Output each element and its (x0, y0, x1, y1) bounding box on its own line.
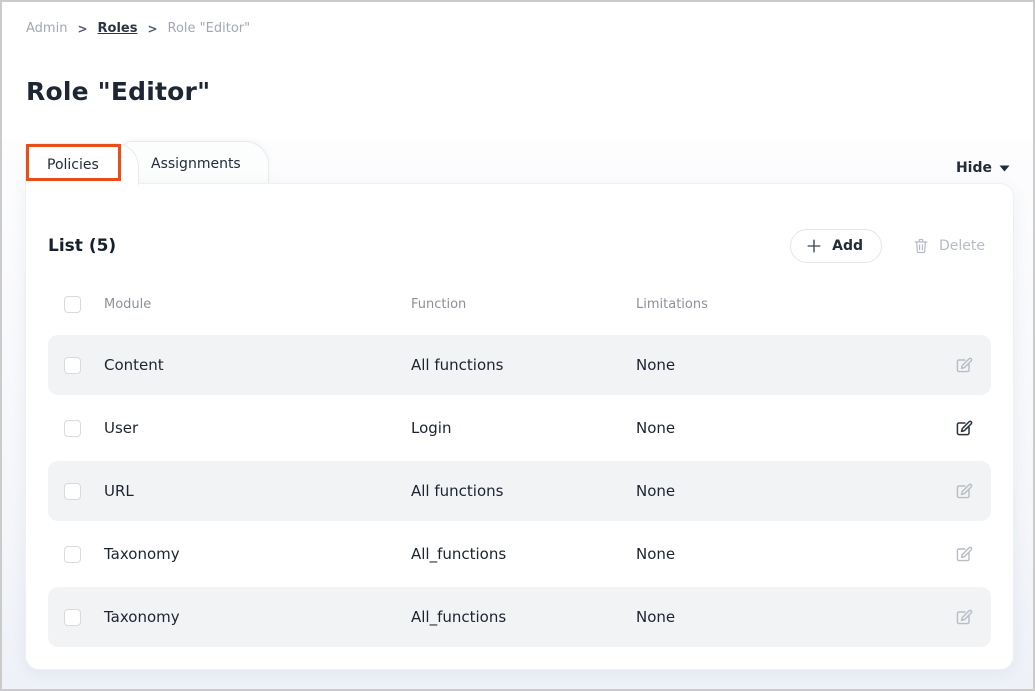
tab-assignments[interactable]: Assignments (123, 141, 269, 185)
cell-module: URL (104, 482, 411, 500)
cell-limitations: None (636, 608, 951, 626)
table-header-row: Module Function Limitations (48, 286, 991, 322)
select-all-checkbox[interactable] (64, 296, 81, 313)
list-actions: Add Delete (790, 229, 991, 263)
row-checkbox[interactable] (64, 420, 81, 437)
edit-icon (954, 419, 973, 438)
column-header-limitations: Limitations (636, 297, 951, 312)
list-header: List (5) Add Delete (48, 228, 991, 264)
plus-icon (805, 237, 823, 255)
cell-module: Taxonomy (104, 545, 411, 563)
table-row: URL All functions None (48, 461, 991, 521)
screen: Admin > Roles > Role "Editor" Role "Edit… (0, 0, 1035, 691)
cell-module: User (104, 419, 411, 437)
add-button[interactable]: Add (790, 229, 882, 263)
row-checkbox[interactable] (64, 546, 81, 563)
page-title: Role "Editor" (26, 77, 210, 106)
cell-function: All_functions (411, 608, 636, 626)
hide-toggle[interactable]: Hide (956, 160, 1010, 176)
tab-policies[interactable]: Policies (25, 143, 139, 185)
list-title: List (5) (48, 236, 116, 256)
edit-icon (954, 608, 973, 627)
row-checkbox[interactable] (64, 609, 81, 626)
cell-function: All functions (411, 356, 636, 374)
delete-button[interactable]: Delete (906, 237, 991, 255)
edit-icon (954, 356, 973, 375)
table-body: Content All functions None User Login No (48, 335, 991, 647)
edit-icon (954, 482, 973, 501)
cell-limitations: None (636, 356, 951, 374)
breadcrumb-link-roles[interactable]: Roles (98, 21, 138, 36)
delete-button-label: Delete (939, 238, 985, 254)
table-row: Content All functions None (48, 335, 991, 395)
cell-function: Login (411, 419, 636, 437)
breadcrumb: Admin > Roles > Role "Editor" (26, 21, 250, 36)
edit-icon (954, 545, 973, 564)
caret-down-icon (999, 165, 1010, 172)
tab-assignments-label: Assignments (151, 156, 241, 172)
cell-function: All_functions (411, 545, 636, 563)
edit-row-button[interactable] (954, 356, 973, 375)
table-row: Taxonomy All_functions None (48, 587, 991, 647)
cell-function: All functions (411, 482, 636, 500)
cell-module: Taxonomy (104, 608, 411, 626)
table-row: User Login None (48, 398, 991, 458)
edit-row-button[interactable] (954, 608, 973, 627)
edit-row-button[interactable] (954, 482, 973, 501)
breadcrumb-item-admin[interactable]: Admin (26, 21, 67, 36)
cell-limitations: None (636, 482, 951, 500)
add-button-label: Add (832, 238, 863, 254)
breadcrumb-current: Role "Editor" (168, 21, 251, 36)
cell-limitations: None (636, 419, 951, 437)
edit-row-button[interactable] (954, 419, 973, 438)
table-row: Taxonomy All_functions None (48, 524, 991, 584)
edit-row-button[interactable] (954, 545, 973, 564)
breadcrumb-separator: > (77, 22, 87, 36)
column-header-module: Module (104, 297, 411, 312)
policies-panel: List (5) Add Delete M (25, 183, 1014, 670)
trash-icon (912, 237, 930, 255)
cell-limitations: None (636, 545, 951, 563)
breadcrumb-separator: > (147, 22, 157, 36)
column-header-function: Function (411, 297, 636, 312)
hide-label: Hide (956, 160, 992, 176)
tab-policies-label: Policies (47, 157, 99, 173)
cell-module: Content (104, 356, 411, 374)
row-checkbox[interactable] (64, 357, 81, 374)
row-checkbox[interactable] (64, 483, 81, 500)
